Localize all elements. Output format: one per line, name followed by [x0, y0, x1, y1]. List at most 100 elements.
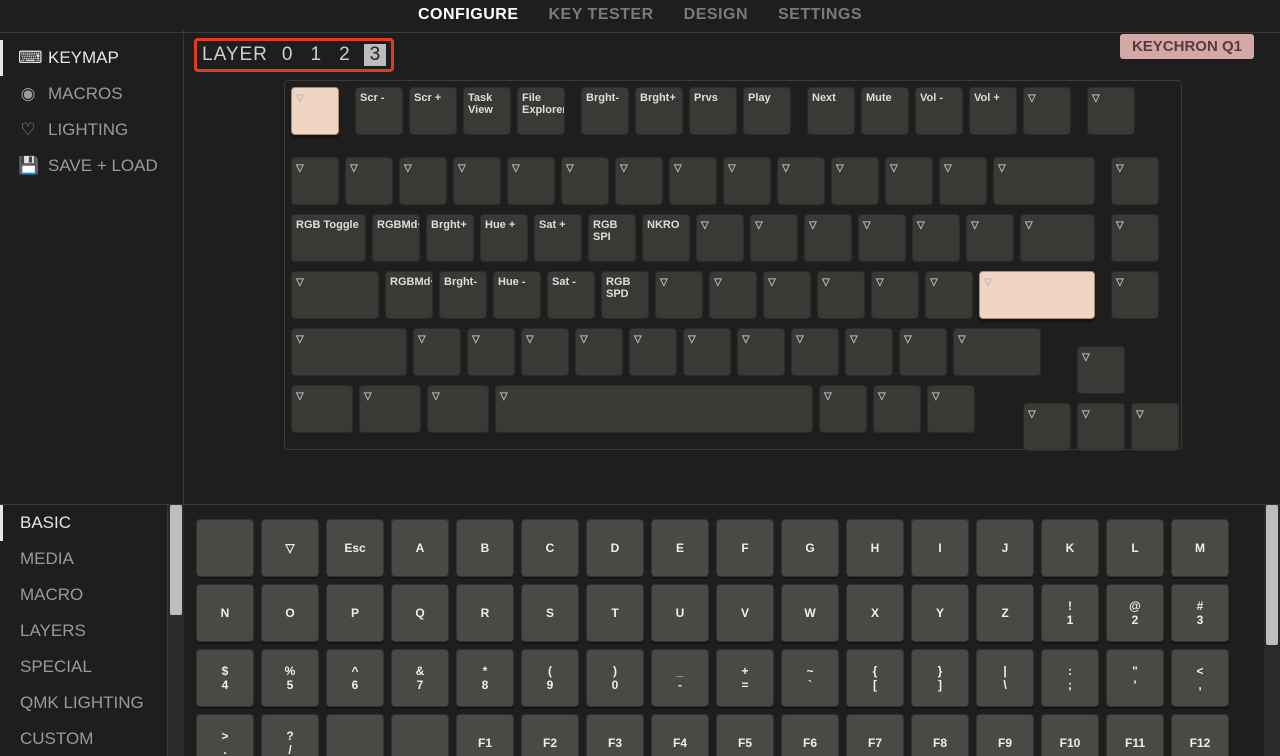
- key[interactable]: ▽: [1077, 403, 1125, 451]
- key[interactable]: Vol -: [915, 87, 963, 135]
- key[interactable]: ▽: [791, 328, 839, 376]
- palette-key[interactable]: Y: [911, 584, 969, 642]
- palette-key[interactable]: P: [326, 584, 384, 642]
- layer-1[interactable]: 1: [306, 44, 325, 66]
- key[interactable]: ▽: [399, 157, 447, 205]
- key[interactable]: ▽: [413, 328, 461, 376]
- key[interactable]: RGB Toggle: [291, 214, 366, 262]
- key[interactable]: ▽: [871, 271, 919, 319]
- sidebar-item-macros[interactable]: ◉ MACROS: [0, 76, 183, 112]
- palette-key[interactable]: L: [1106, 519, 1164, 577]
- key[interactable]: ▽: [1020, 214, 1095, 262]
- key[interactable]: Sat -: [547, 271, 595, 319]
- layer-0[interactable]: 0: [278, 44, 297, 66]
- key[interactable]: ▽: [467, 328, 515, 376]
- palette-key[interactable]: ( 9: [521, 649, 579, 707]
- palette-key[interactable]: S: [521, 584, 579, 642]
- palette-key[interactable]: A: [391, 519, 449, 577]
- palette-key[interactable]: F11: [1106, 714, 1164, 756]
- palette-key[interactable]: F7: [846, 714, 904, 756]
- palette-key[interactable]: @ 2: [1106, 584, 1164, 642]
- palette-key[interactable]: F3: [586, 714, 644, 756]
- key[interactable]: ▽: [615, 157, 663, 205]
- palette-key[interactable]: Z: [976, 584, 1034, 642]
- palette-key[interactable]: _ -: [651, 649, 709, 707]
- key[interactable]: ▽: [669, 157, 717, 205]
- palette-key[interactable]: < ,: [1171, 649, 1229, 707]
- palette-key[interactable]: F6: [781, 714, 839, 756]
- key[interactable]: ▽: [1077, 346, 1125, 394]
- palette-scrollbar[interactable]: [1264, 505, 1280, 756]
- key[interactable]: Mute: [861, 87, 909, 135]
- key[interactable]: File Explorer: [517, 87, 565, 135]
- key[interactable]: ▽: [575, 328, 623, 376]
- key[interactable]: Brght-: [581, 87, 629, 135]
- palette-key[interactable]: V: [716, 584, 774, 642]
- palette-key[interactable]: E: [651, 519, 709, 577]
- key[interactable]: ▽: [925, 271, 973, 319]
- sidebar-item-keymap[interactable]: ⌨ KEYMAP: [0, 40, 183, 76]
- palette-key[interactable]: + =: [716, 649, 774, 707]
- palette-key[interactable]: F9: [976, 714, 1034, 756]
- key[interactable]: ▽: [709, 271, 757, 319]
- key[interactable]: RGBMd·: [372, 214, 420, 262]
- palette-key[interactable]: T: [586, 584, 644, 642]
- device-badge[interactable]: KEYCHRON Q1: [1120, 34, 1254, 59]
- category-qmk-lighting[interactable]: QMK LIGHTING: [0, 685, 167, 721]
- palette-key[interactable]: Q: [391, 584, 449, 642]
- palette-key[interactable]: F2: [521, 714, 579, 756]
- palette-key[interactable]: F5: [716, 714, 774, 756]
- scrollbar-thumb[interactable]: [170, 505, 182, 615]
- palette-key[interactable]: F12: [1171, 714, 1229, 756]
- palette-key[interactable]: D: [586, 519, 644, 577]
- key[interactable]: ▽: [1023, 87, 1071, 135]
- palette-key[interactable]: ^ 6: [326, 649, 384, 707]
- palette-key[interactable]: { [: [846, 649, 904, 707]
- palette-key[interactable]: U: [651, 584, 709, 642]
- key[interactable]: ▽: [763, 271, 811, 319]
- key[interactable]: ▽: [1087, 87, 1135, 135]
- key[interactable]: ▽: [359, 385, 421, 433]
- palette-key[interactable]: M: [1171, 519, 1229, 577]
- key[interactable]: ▽: [966, 214, 1014, 262]
- sidebar-item-lighting[interactable]: ♡ LIGHTING: [0, 112, 183, 148]
- category-basic[interactable]: BASIC: [0, 505, 167, 541]
- key[interactable]: ▽: [979, 271, 1095, 319]
- key[interactable]: ▽: [1111, 271, 1159, 319]
- key[interactable]: Task View: [463, 87, 511, 135]
- key[interactable]: ▽: [291, 157, 339, 205]
- category-media[interactable]: MEDIA: [0, 541, 167, 577]
- palette-key[interactable]: X: [846, 584, 904, 642]
- palette-key[interactable]: " ': [1106, 649, 1164, 707]
- palette-key[interactable]: K: [1041, 519, 1099, 577]
- palette-key[interactable]: [196, 519, 254, 577]
- key[interactable]: ▽: [453, 157, 501, 205]
- key[interactable]: RGB SPD: [601, 271, 649, 319]
- key[interactable]: Hue -: [493, 271, 541, 319]
- key[interactable]: Brght-: [439, 271, 487, 319]
- category-custom[interactable]: CUSTOM: [0, 721, 167, 756]
- key[interactable]: Vol +: [969, 87, 1017, 135]
- key[interactable]: ▽: [1131, 403, 1179, 451]
- key[interactable]: ▽: [1111, 214, 1159, 262]
- key[interactable]: ▽: [1023, 403, 1071, 451]
- key[interactable]: ▽: [858, 214, 906, 262]
- key[interactable]: ▽: [819, 385, 867, 433]
- palette-key[interactable]: F1: [456, 714, 514, 756]
- key[interactable]: ▽: [737, 328, 785, 376]
- key[interactable]: ▽: [291, 385, 353, 433]
- key[interactable]: ▽: [750, 214, 798, 262]
- key[interactable]: ▽: [804, 214, 852, 262]
- key[interactable]: Next: [807, 87, 855, 135]
- key[interactable]: ▽: [912, 214, 960, 262]
- palette-key[interactable]: I: [911, 519, 969, 577]
- key[interactable]: NKRO: [642, 214, 690, 262]
- key[interactable]: ▽: [629, 328, 677, 376]
- tab-design[interactable]: DESIGN: [684, 6, 748, 24]
- key[interactable]: ▽: [899, 328, 947, 376]
- tab-settings[interactable]: SETTINGS: [778, 6, 862, 24]
- key[interactable]: RGBMd·: [385, 271, 433, 319]
- key[interactable]: ▽: [655, 271, 703, 319]
- palette-key[interactable]: ? /: [261, 714, 319, 756]
- key[interactable]: ▽: [993, 157, 1095, 205]
